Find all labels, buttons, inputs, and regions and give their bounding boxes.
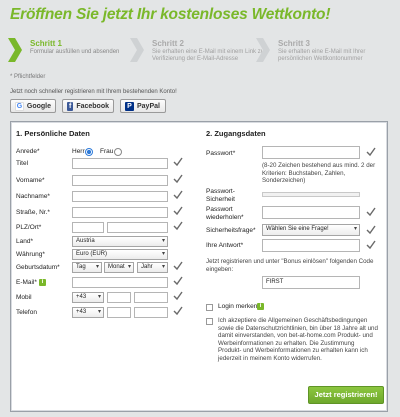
- paypal-label: PayPal: [137, 102, 160, 110]
- personal-data-heading: 1. Persönliche Daten: [16, 129, 90, 138]
- facebook-icon: f: [67, 101, 74, 111]
- telefon-prefix-select[interactable]: +43: [72, 307, 104, 318]
- step-3: Schritt 3 Sie erhalten eine E-Mail mit I…: [256, 36, 396, 68]
- step-2-desc: Sie erhalten eine E-Mail mit einem Link …: [152, 49, 267, 62]
- strasse-input[interactable]: [72, 207, 168, 218]
- antwort-input[interactable]: [262, 239, 360, 252]
- passwort-label: Passwort*: [206, 150, 236, 157]
- valid-check-icon: [173, 206, 183, 216]
- frau-radio[interactable]: [114, 148, 122, 156]
- vorname-label: Vorname*: [16, 177, 45, 184]
- passwort-input[interactable]: [262, 146, 360, 159]
- login-merken-label: Login merken: [218, 303, 258, 310]
- valid-check-icon: [366, 225, 376, 235]
- facebook-login-button[interactable]: f Facebook: [62, 99, 114, 113]
- titel-input[interactable]: [72, 158, 168, 169]
- antwort-label: Ihre Antwort*: [206, 242, 244, 249]
- step-3-desc: Sie erhalten eine E-Mail mit Ihrer persö…: [278, 49, 366, 62]
- valid-check-icon: [173, 190, 183, 200]
- step-arrow-icon: [256, 38, 270, 62]
- telefon-number-input[interactable]: [134, 307, 168, 318]
- valid-check-icon: [366, 147, 376, 157]
- valid-check-icon: [366, 207, 376, 217]
- plz-input[interactable]: [72, 222, 104, 233]
- email-label: E-Mail*: [16, 279, 37, 286]
- valid-check-icon: [173, 261, 183, 271]
- mobil-area-input[interactable]: [107, 292, 131, 303]
- valid-check-icon: [173, 221, 183, 231]
- strasse-label: Straße, Nr.*: [16, 209, 50, 216]
- geburtsjahr-select[interactable]: Jahr: [137, 262, 168, 273]
- step-arrow-icon: [8, 38, 22, 62]
- mobil-number-input[interactable]: [134, 292, 168, 303]
- agb-checkbox[interactable]: [206, 318, 213, 325]
- passwort-wiederholen-label: Passwort wiederholen*: [206, 206, 244, 221]
- nachname-input[interactable]: [72, 191, 168, 202]
- email-input[interactable]: [72, 277, 168, 288]
- geburtsdatum-label: Geburtsdatum*: [16, 264, 60, 271]
- required-fields-note: * Pflichtfelder: [10, 74, 46, 80]
- land-label: Land*: [16, 238, 33, 245]
- valid-check-icon: [173, 306, 183, 316]
- facebook-label: Facebook: [76, 102, 109, 110]
- info-icon[interactable]: i: [39, 279, 46, 286]
- nachname-label: Nachname*: [16, 193, 50, 200]
- valid-check-icon: [173, 291, 183, 301]
- passwort-hint: (8-20 Zeichen bestehend aus mind. 2 der …: [262, 162, 376, 184]
- access-data-heading: 2. Zugangsdaten: [206, 129, 266, 138]
- step-1: Schritt 1 Formular ausfüllen und absende…: [8, 36, 128, 68]
- valid-check-icon: [366, 240, 376, 250]
- step-arrow-icon: [130, 38, 144, 62]
- mobil-label: Mobil: [16, 294, 32, 301]
- waehrung-select[interactable]: Euro (EUR): [72, 249, 168, 260]
- login-merken-checkbox[interactable]: [206, 304, 213, 311]
- registration-steps: Schritt 1 Formular ausfüllen und absende…: [0, 36, 400, 68]
- mobil-prefix-select[interactable]: +43: [72, 292, 104, 303]
- frau-label: Frau: [100, 148, 114, 155]
- paypal-icon: P: [125, 101, 134, 111]
- sicherheitsfrage-label: Sicherheitsfrage*: [206, 227, 256, 234]
- geburtsmonat-select[interactable]: Monat: [104, 262, 134, 273]
- geburtstag-select[interactable]: Tag: [72, 262, 102, 273]
- waehrung-label: Währung*: [16, 251, 45, 258]
- info-icon[interactable]: i: [257, 303, 264, 310]
- google-label: Google: [26, 102, 51, 110]
- vorname-input[interactable]: [72, 175, 168, 186]
- land-select[interactable]: Austria: [72, 236, 168, 247]
- step-1-title: Schritt 1: [30, 39, 63, 48]
- passwort-wiederholen-input[interactable]: [262, 206, 360, 219]
- anrede-label: Anrede*: [16, 148, 40, 155]
- herr-label: Herr: [72, 148, 85, 155]
- quick-register-text: Jetzt noch schneller registrieren mit Ih…: [10, 89, 177, 95]
- herr-radio[interactable]: [85, 148, 93, 156]
- google-login-button[interactable]: G Google: [10, 99, 56, 113]
- paypal-login-button[interactable]: P PayPal: [120, 99, 166, 113]
- bonus-code-input[interactable]: FIRST: [262, 276, 360, 289]
- google-icon: G: [15, 101, 24, 111]
- plz-label: PLZ/Ort*: [16, 224, 42, 231]
- telefon-label: Telefon: [16, 309, 37, 316]
- step-2-title: Schritt 2: [152, 39, 185, 48]
- step-2: Schritt 2 Sie erhalten eine E-Mail mit e…: [130, 36, 266, 68]
- valid-check-icon: [173, 157, 183, 167]
- password-strength-bar: [262, 192, 360, 197]
- step-3-title: Schritt 3: [278, 39, 311, 48]
- sicherheitsfrage-select[interactable]: Wählen Sie eine Frage!: [262, 224, 360, 236]
- valid-check-icon: [173, 174, 183, 184]
- register-submit-button[interactable]: Jetzt registrieren!: [308, 386, 384, 404]
- titel-label: Titel: [16, 160, 29, 167]
- ort-input[interactable]: [107, 222, 168, 233]
- telefon-area-input[interactable]: [107, 307, 131, 318]
- bonus-instructions: Jetzt registrieren und unter "Bonus einl…: [206, 258, 374, 273]
- agb-text: Ich akzeptiere die Allgemeinen Geschäfts…: [218, 317, 378, 362]
- page-title: Eröffnen Sie jetzt Ihr kostenloses Wettk…: [10, 6, 331, 23]
- valid-check-icon: [173, 276, 183, 286]
- passwort-sicherheit-label: Passwort-Sicherheit: [206, 188, 235, 203]
